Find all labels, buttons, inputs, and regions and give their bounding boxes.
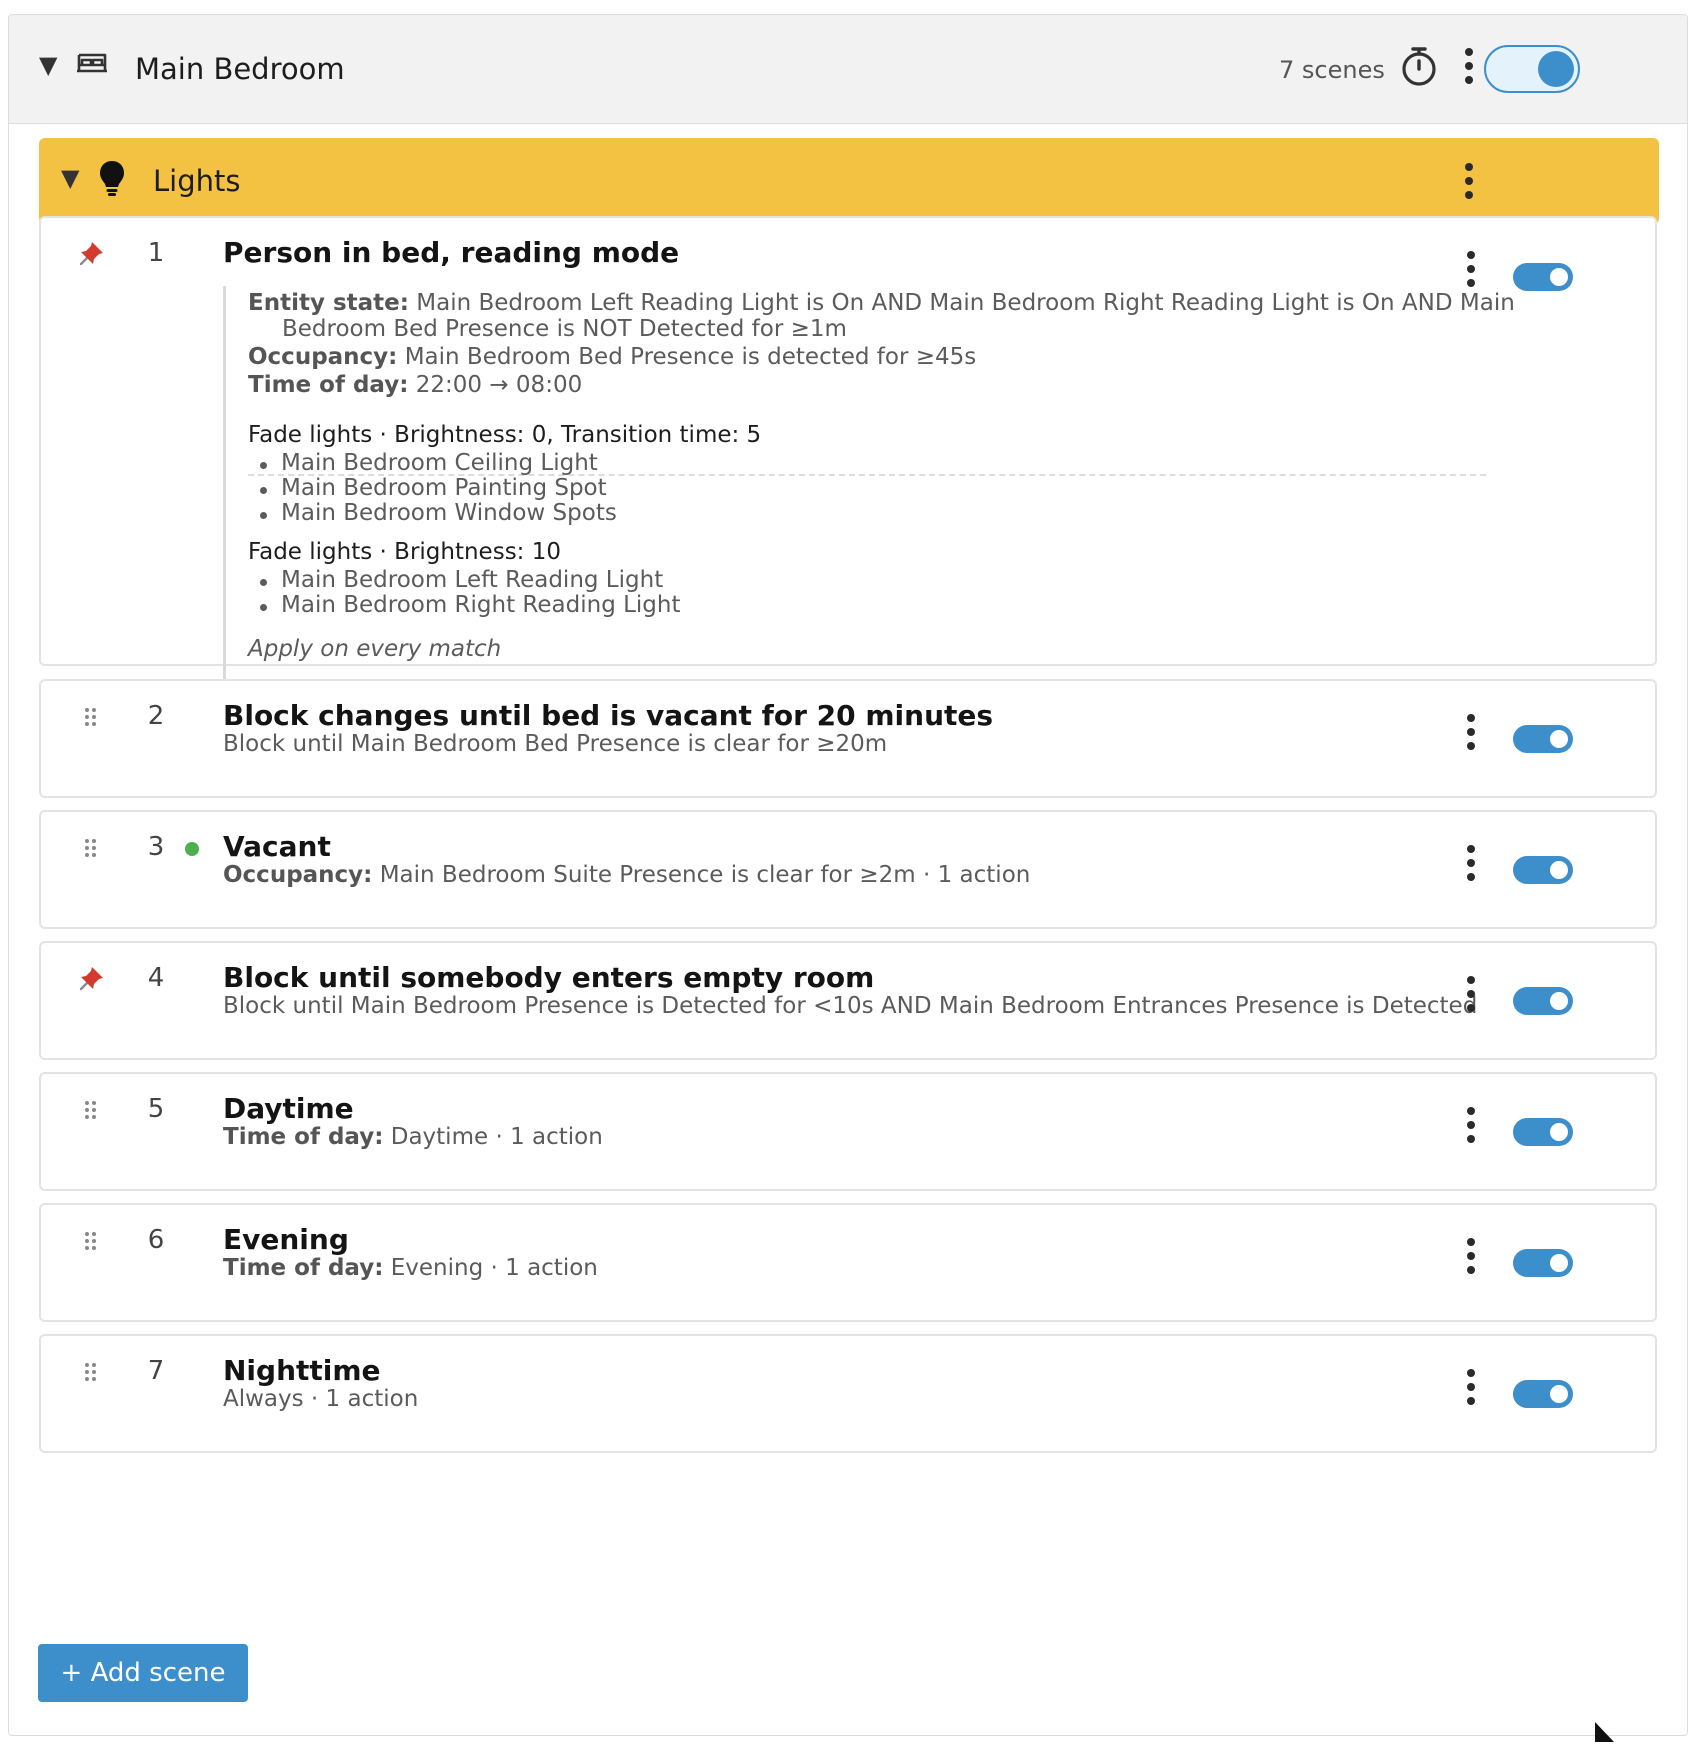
scene-card-3[interactable]: 3 Vacant Occupancy: Main Bedroom Suite P… — [39, 810, 1657, 929]
scene-menu-icon[interactable] — [1466, 1107, 1476, 1145]
group-menu-icon[interactable] — [1464, 163, 1474, 201]
scene-enable-toggle[interactable] — [1513, 1249, 1573, 1277]
condition-entity-state: Entity state: Main Bedroom Left Reading … — [248, 290, 1515, 316]
action-target: Main Bedroom Window Spots — [260, 500, 617, 526]
group-title: Lights — [153, 164, 241, 198]
scene-menu-icon[interactable] — [1466, 714, 1476, 752]
scene-summary: Time of day: Evening · 1 action — [223, 1255, 598, 1281]
room-panel: ▼ Main Bedroom 7 scenes ▼ Lights 1 Perso… — [8, 14, 1688, 1736]
pin-icon[interactable] — [77, 238, 107, 268]
scene-summary: Always · 1 action — [223, 1386, 419, 1412]
drag-handle-icon[interactable] — [85, 1232, 97, 1250]
active-status-dot — [185, 842, 199, 856]
collapse-caret-icon[interactable]: ▼ — [39, 53, 57, 77]
bed-icon — [75, 51, 109, 83]
scene-title: Block until somebody enters empty room — [223, 961, 875, 994]
action-heading: Fade lights · Brightness: 0, Transition … — [248, 422, 762, 448]
drag-handle-icon[interactable] — [85, 708, 97, 726]
scene-card-4[interactable]: 4 Block until somebody enters empty room… — [39, 941, 1657, 1060]
condition-occupancy: Occupancy: Main Bedroom Bed Presence is … — [248, 344, 977, 370]
scene-card-5[interactable]: 5 Daytime Time of day: Daytime · 1 actio… — [39, 1072, 1657, 1191]
scene-number: 7 — [147, 1356, 165, 1386]
drag-handle-icon[interactable] — [85, 1101, 97, 1119]
scene-number: 4 — [147, 963, 165, 993]
condition-time-of-day: Time of day: 22:00 → 08:00 — [248, 372, 583, 398]
action-target: Main Bedroom Ceiling Light — [260, 450, 598, 476]
room-menu-icon[interactable] — [1464, 48, 1474, 86]
timer-icon[interactable] — [1399, 45, 1439, 91]
scene-title: Daytime — [223, 1092, 354, 1125]
scene-number: 2 — [147, 701, 165, 731]
scene-enable-toggle[interactable] — [1513, 1118, 1573, 1146]
scene-card-1[interactable]: 1 Person in bed, reading mode Entity sta… — [39, 216, 1657, 766]
scene-menu-icon[interactable] — [1466, 251, 1476, 289]
scene-enable-toggle[interactable] — [1513, 987, 1573, 1015]
room-header[interactable]: ▼ Main Bedroom 7 scenes — [9, 15, 1687, 124]
scene-number: 3 — [147, 832, 165, 862]
scene-enable-toggle[interactable] — [1513, 725, 1573, 753]
scene-card-6[interactable]: 6 Evening Time of day: Evening · 1 actio… — [39, 1203, 1657, 1322]
scene-summary: Block until Main Bedroom Bed Presence is… — [223, 731, 888, 757]
action-heading: Fade lights · Brightness: 10 — [248, 539, 562, 565]
apply-mode: Apply on every match — [248, 636, 502, 662]
scene-title: Block changes until bed is vacant for 20… — [223, 699, 994, 732]
scene-enable-toggle[interactable] — [1513, 263, 1573, 291]
scene-enable-toggle[interactable] — [1513, 856, 1573, 884]
scene-number: 1 — [147, 238, 165, 268]
action-target: Main Bedroom Left Reading Light — [259, 567, 664, 593]
action-target: Main Bedroom Right Reading Light — [260, 592, 681, 618]
scene-card-2[interactable]: 2 Block changes until bed is vacant for … — [39, 679, 1657, 798]
scene-summary: Occupancy: Main Bedroom Suite Presence i… — [223, 862, 1031, 888]
scene-menu-icon[interactable] — [1466, 1369, 1476, 1407]
mouse-cursor-icon — [1594, 1722, 1616, 1746]
add-scene-button[interactable]: + Add scene — [38, 1644, 248, 1702]
room-title: Main Bedroom — [135, 52, 345, 86]
drag-handle-icon[interactable] — [85, 1363, 97, 1381]
action-target: Main Bedroom Painting Spot — [260, 475, 607, 501]
scene-title: Nighttime — [223, 1354, 381, 1387]
room-enable-toggle[interactable] — [1484, 45, 1580, 93]
group-header-lights[interactable]: ▼ Lights — [39, 138, 1659, 224]
lightbulb-icon — [99, 160, 125, 200]
scene-summary: Time of day: Daytime · 1 action — [223, 1124, 603, 1150]
drag-handle-icon[interactable] — [85, 839, 97, 857]
scene-number: 6 — [147, 1225, 165, 1255]
scene-menu-icon[interactable] — [1466, 1238, 1476, 1276]
scene-enable-toggle[interactable] — [1513, 1380, 1573, 1408]
pin-icon[interactable] — [77, 963, 107, 993]
condition-entity-state-cont: Bedroom Bed Presence is NOT Detected for… — [282, 316, 847, 342]
scene-count: 7 scenes — [1279, 56, 1385, 84]
scene-number: 5 — [147, 1094, 165, 1124]
scene-menu-icon[interactable] — [1466, 976, 1476, 1014]
scene-title: Evening — [223, 1223, 349, 1256]
scene-card-7[interactable]: 7 Nighttime Always · 1 action — [39, 1334, 1657, 1453]
scene-title: Person in bed, reading mode — [223, 236, 680, 269]
group-collapse-caret-icon[interactable]: ▼ — [61, 166, 79, 190]
scene-title: Vacant — [223, 830, 331, 863]
scene-menu-icon[interactable] — [1466, 845, 1476, 883]
scene-summary: Block until Main Bedroom Presence is Det… — [223, 993, 1478, 1019]
